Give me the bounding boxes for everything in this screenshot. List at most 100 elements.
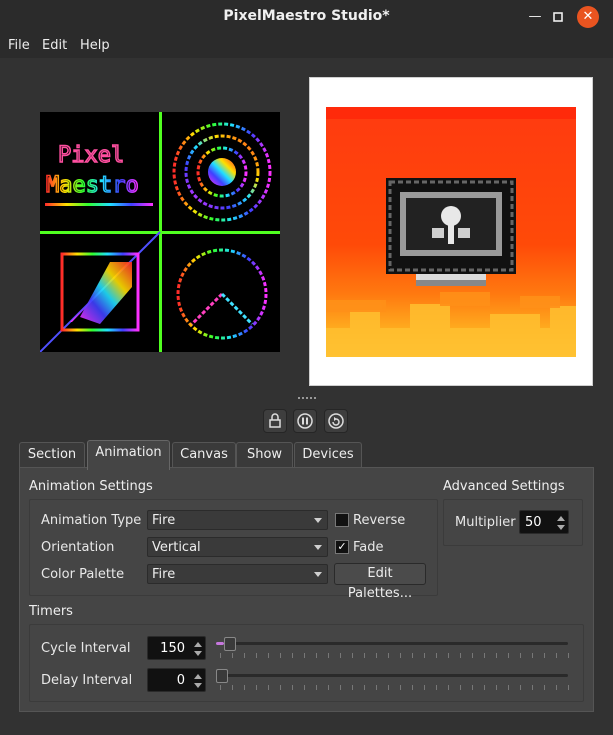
sync-button[interactable] xyxy=(324,409,348,433)
menu-file[interactable]: File xyxy=(8,38,30,53)
tab-canvas[interactable]: Canvas xyxy=(172,442,236,469)
slider-tick xyxy=(244,653,245,658)
reverse-checkbox[interactable] xyxy=(335,513,349,527)
fade-checkbox[interactable]: ✓ xyxy=(335,540,349,554)
cycle-interval-spinbox[interactable]: 150 xyxy=(147,636,206,660)
slider-tick xyxy=(268,653,269,658)
fade-label: Fade xyxy=(353,540,384,555)
slider-tick xyxy=(280,653,281,658)
slider-tick xyxy=(412,685,413,690)
slider-tick xyxy=(256,685,257,690)
slider-tick xyxy=(256,653,257,658)
color-palette-value: Fire xyxy=(152,567,176,582)
advanced-settings-title: Advanced Settings xyxy=(443,479,565,494)
cycle-interval-slider[interactable] xyxy=(216,642,568,645)
multiplier-value: 50 xyxy=(525,515,542,530)
menu-edit[interactable]: Edit xyxy=(42,38,67,53)
spin-down-icon[interactable] xyxy=(194,651,202,656)
slider-tick xyxy=(364,685,365,690)
slider-tick xyxy=(424,653,425,658)
spin-down-icon[interactable] xyxy=(557,525,565,530)
delay-interval-slider-handle[interactable] xyxy=(216,669,228,683)
color-palette-label: Color Palette xyxy=(41,567,125,582)
slider-tick xyxy=(508,685,509,690)
menu-help[interactable]: Help xyxy=(80,38,110,53)
close-icon[interactable]: ✕ xyxy=(577,6,599,28)
tab-show[interactable]: Show xyxy=(236,442,293,469)
pause-button[interactable] xyxy=(293,409,317,433)
slider-tick xyxy=(436,685,437,690)
window-title: PixelMaestro Studio* xyxy=(223,8,390,24)
slider-tick xyxy=(484,653,485,658)
slider-tick xyxy=(532,685,533,690)
chevron-down-icon xyxy=(314,545,322,550)
spin-up-icon[interactable] xyxy=(194,642,202,647)
animation-type-select[interactable]: Fire xyxy=(147,510,328,530)
slider-tick xyxy=(292,685,293,690)
cycle-interval-ticks xyxy=(220,653,569,659)
spin-up-icon[interactable] xyxy=(557,516,565,521)
reverse-label: Reverse xyxy=(353,513,406,528)
maximize-icon[interactable] xyxy=(547,6,569,28)
slider-tick xyxy=(556,685,557,690)
fire-animation-preview[interactable] xyxy=(310,78,592,385)
slider-tick xyxy=(352,685,353,690)
slider-tick xyxy=(448,653,449,658)
multiplier-label: Multiplier xyxy=(455,515,516,530)
cycle-interval-slider-handle[interactable] xyxy=(224,637,236,651)
pixelmaestro-logo-preview: Pixel Maestro xyxy=(39,112,280,353)
animation-tab-panel: Animation Settings Animation Type Fire R… xyxy=(19,467,594,712)
tab-section[interactable]: Section xyxy=(19,442,85,469)
cycle-interval-value: 150 xyxy=(160,641,185,656)
lock-icon xyxy=(269,413,281,428)
splitter-handle[interactable] xyxy=(298,397,316,401)
slider-tick xyxy=(304,653,305,658)
slider-tick xyxy=(220,685,221,690)
cycle-interval-label: Cycle Interval xyxy=(41,641,131,656)
slider-tick xyxy=(328,653,329,658)
logo-text-pixel: Pixel xyxy=(58,143,124,168)
slider-tick xyxy=(340,653,341,658)
spin-down-icon[interactable] xyxy=(194,683,202,688)
slider-tick xyxy=(352,653,353,658)
slider-tick xyxy=(400,653,401,658)
slider-tick xyxy=(376,653,377,658)
lock-button[interactable] xyxy=(263,409,287,433)
menu-bar: File Edit Help xyxy=(0,34,613,58)
slider-tick xyxy=(520,653,521,658)
slider-tick xyxy=(520,685,521,690)
slider-tick xyxy=(424,685,425,690)
timers-title: Timers xyxy=(29,604,73,619)
slider-tick xyxy=(532,653,533,658)
slider-tick xyxy=(340,685,341,690)
spin-up-icon[interactable] xyxy=(194,674,202,679)
slider-tick xyxy=(544,653,545,658)
multiplier-spinbox[interactable]: 50 xyxy=(519,510,569,534)
delay-interval-spinbox[interactable]: 0 xyxy=(147,668,206,692)
chevron-down-icon xyxy=(314,518,322,523)
chevron-down-icon xyxy=(314,572,322,577)
animation-settings-title: Animation Settings xyxy=(29,479,153,494)
slider-tick xyxy=(508,653,509,658)
orientation-select[interactable]: Vertical xyxy=(147,537,328,557)
slider-tick xyxy=(460,685,461,690)
animation-type-value: Fire xyxy=(152,513,176,528)
slider-tick xyxy=(376,685,377,690)
delay-interval-value: 0 xyxy=(176,673,185,688)
tab-animation[interactable]: Animation xyxy=(87,440,170,470)
cycle-interval-slider-fill xyxy=(216,642,224,645)
orientation-label: Orientation xyxy=(41,540,115,555)
color-palette-select[interactable]: Fire xyxy=(147,564,328,584)
sync-icon xyxy=(328,413,344,429)
preview-left-canvas[interactable]: Pixel Maestro xyxy=(39,112,280,353)
delay-interval-slider[interactable] xyxy=(216,674,568,677)
minimize-icon[interactable]: — xyxy=(524,6,546,28)
slider-tick xyxy=(568,653,569,658)
slider-tick xyxy=(400,685,401,690)
edit-palettes-button[interactable]: Edit Palettes... xyxy=(334,563,426,601)
title-bar: PixelMaestro Studio* — ✕ xyxy=(0,0,613,34)
slider-tick xyxy=(472,685,473,690)
tab-devices[interactable]: Devices xyxy=(294,442,362,469)
slider-tick xyxy=(448,685,449,690)
slider-tick xyxy=(316,685,317,690)
